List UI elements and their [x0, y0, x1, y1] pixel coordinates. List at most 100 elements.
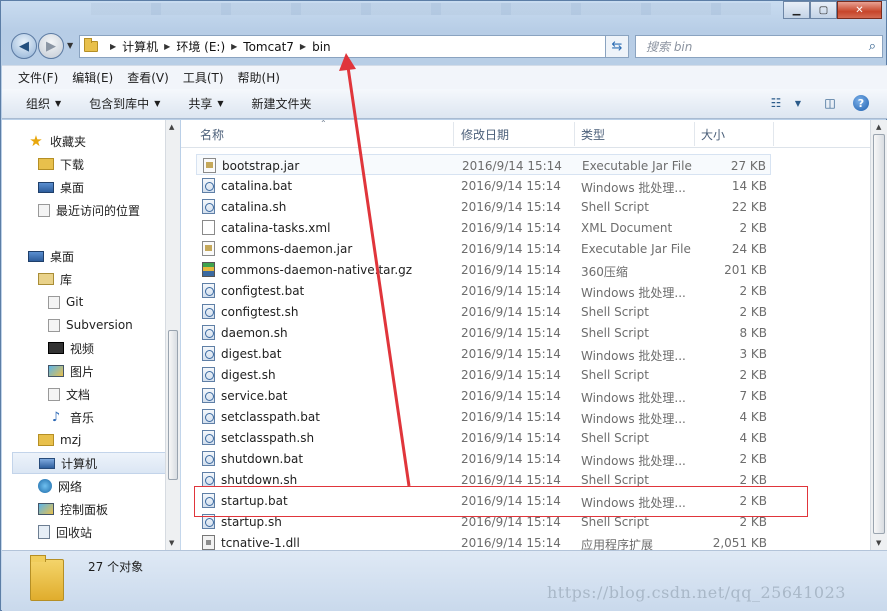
menu-file[interactable]: 文件(F) [18, 69, 58, 86]
nav-recycle-bin[interactable]: 回收站 [38, 521, 165, 543]
file-name: catalina.sh [221, 200, 287, 214]
file-name: configtest.bat [221, 284, 305, 298]
menu-view[interactable]: 查看(V) [127, 69, 169, 86]
breadcrumb-computer[interactable]: 计算机 [122, 38, 158, 55]
nav-computer[interactable]: 计算机 [12, 452, 165, 474]
column-divider[interactable] [574, 122, 575, 146]
chevron-right-icon[interactable]: ▶ [110, 42, 116, 51]
breadcrumb-bin[interactable]: bin [312, 40, 331, 54]
nav-desktop-fav[interactable]: 桌面 [38, 176, 165, 198]
file-size: 2 KB [739, 305, 767, 319]
table-row[interactable]: commons-daemon.jar 2016/9/14 15:14 Executa… [196, 238, 771, 259]
view-options-icon[interactable]: ☷ [767, 95, 785, 111]
table-row[interactable]: shutdown.sh 2016/9/14 15:14 Shell Script 2 … [196, 469, 771, 490]
scroll-down-icon[interactable]: ▼ [169, 539, 174, 547]
table-row[interactable]: service.bat 2016/9/14 15:14 Windows 批处理...… [196, 385, 771, 406]
nav-downloads[interactable]: 下载 [38, 153, 165, 175]
scroll-up-icon[interactable]: ▲ [876, 123, 881, 131]
table-row[interactable]: startup.bat 2016/9/14 15:14 Windows 批处理...… [196, 490, 771, 511]
nav-favorites[interactable]: ★ 收藏夹 [28, 130, 165, 152]
file-scroll-thumb[interactable] [873, 134, 885, 534]
table-row[interactable]: startup.sh 2016/9/14 15:14 Shell Script 2 K… [196, 511, 771, 532]
table-row[interactable]: setclasspath.sh 2016/9/14 15:14 Shell Scri… [196, 427, 771, 448]
organize-button[interactable]: 组织 ▼ [26, 95, 61, 112]
share-button[interactable]: 共享 ▼ [188, 95, 223, 112]
navigation-pane: ★ 收藏夹 下载 桌面 最近访问的位置 桌面 库 Git Subversion 视… [2, 120, 165, 550]
table-row[interactable]: digest.bat 2016/9/14 15:14 Windows 批处理... 3… [196, 343, 771, 364]
chevron-right-icon[interactable]: ▶ [231, 42, 237, 51]
column-type[interactable]: 类型 [581, 126, 605, 143]
file-size: 2 KB [739, 221, 767, 235]
help-icon[interactable]: ? [853, 95, 869, 111]
table-row[interactable]: catalina.bat 2016/9/14 15:14 Windows 批处理..… [196, 175, 771, 196]
nav-git[interactable]: Git [48, 291, 165, 313]
file-name: tcnative-1.dll [221, 536, 300, 550]
include-library-button[interactable]: 包含到库中 ▼ [89, 95, 160, 112]
column-divider[interactable] [694, 122, 695, 146]
table-row[interactable]: catalina.sh 2016/9/14 15:14 Shell Script 22… [196, 196, 771, 217]
back-button[interactable]: ◀ [11, 33, 37, 59]
title-bar[interactable]: ▁ ▢ ✕ [1, 1, 886, 27]
nav-scrollbar[interactable]: ▲ ▼ [165, 120, 180, 550]
nav-label: 网络 [58, 479, 83, 494]
chevron-right-icon[interactable]: ▶ [300, 42, 306, 51]
nav-control-panel[interactable]: 控制面板 [38, 498, 165, 520]
refresh-button[interactable]: ⇆ [605, 35, 629, 58]
table-row[interactable]: configtest.bat 2016/9/14 15:14 Windows 批处理… [196, 280, 771, 301]
nav-scroll-thumb[interactable] [168, 330, 178, 480]
chevron-right-icon[interactable]: ▶ [164, 42, 170, 51]
view-dropdown-icon[interactable]: ▼ [789, 95, 807, 111]
scroll-down-icon[interactable]: ▼ [876, 539, 881, 547]
menu-help[interactable]: 帮助(H) [238, 69, 280, 86]
close-button[interactable]: ✕ [837, 1, 882, 19]
table-row[interactable]: shutdown.bat 2016/9/14 15:14 Windows 批处理..… [196, 448, 771, 469]
nav-network[interactable]: 网络 [38, 475, 165, 497]
column-date[interactable]: 修改日期 [461, 126, 509, 143]
search-icon[interactable]: ⌕ [869, 39, 876, 54]
search-input[interactable]: 搜索 bin ⌕ [635, 35, 883, 58]
table-row[interactable]: commons-daemon-native.tar.gz 2016/9/14 15… [196, 259, 771, 280]
file-name: bootstrap.jar [222, 159, 300, 173]
nav-desktop[interactable]: 桌面 [28, 245, 165, 267]
maximize-button[interactable]: ▢ [810, 1, 837, 19]
table-row[interactable]: daemon.sh 2016/9/14 15:14 Shell Script 8 KB [196, 322, 771, 343]
include-library-label: 包含到库中 [89, 97, 150, 111]
nav-label: Git [66, 295, 84, 309]
new-folder-button[interactable]: 新建文件夹 [252, 95, 312, 112]
column-name[interactable]: 名称 [200, 126, 224, 143]
nav-mzj[interactable]: mzj [38, 429, 165, 451]
file-size: 24 KB [731, 242, 767, 256]
nav-label: mzj [60, 433, 82, 447]
nav-documents[interactable]: 文档 [48, 383, 165, 405]
table-row[interactable]: catalina-tasks.xml 2016/9/14 15:14 XML Doc… [196, 217, 771, 238]
recent-pages-dropdown[interactable]: ▼ [67, 41, 73, 50]
address-bar[interactable]: ▶ 计算机 ▶ 环境 (E:) ▶ Tomcat7 ▶ bin ▼ [79, 35, 629, 58]
table-row[interactable]: configtest.sh 2016/9/14 15:14 Shell Script… [196, 301, 771, 322]
close-icon: ✕ [855, 4, 864, 16]
user-folder-icon [38, 434, 54, 446]
breadcrumb-drive[interactable]: 环境 (E:) [176, 38, 225, 55]
nav-subversion[interactable]: Subversion [48, 314, 165, 336]
file-list-scrollbar[interactable]: ▲ ▼ [870, 120, 887, 550]
column-divider[interactable] [773, 122, 774, 146]
preview-pane-icon[interactable]: ◫ [821, 95, 839, 111]
column-divider[interactable] [453, 122, 454, 146]
table-row[interactable]: setclasspath.bat 2016/9/14 15:14 Windows 批… [196, 406, 771, 427]
nav-videos[interactable]: 视频 [48, 337, 165, 359]
forward-button[interactable]: ▶ [38, 33, 64, 59]
archive-icon [202, 262, 215, 277]
scroll-up-icon[interactable]: ▲ [169, 123, 174, 131]
nav-libraries[interactable]: 库 [38, 268, 165, 290]
minimize-button[interactable]: ▁ [783, 1, 810, 19]
menu-tools[interactable]: 工具(T) [183, 69, 224, 86]
nav-pictures[interactable]: 图片 [48, 360, 165, 382]
breadcrumb-tomcat[interactable]: Tomcat7 [243, 40, 294, 54]
column-headers: ⌃ 名称 修改日期 类型 大小 [181, 119, 887, 148]
menu-edit[interactable]: 编辑(E) [72, 69, 113, 86]
column-size[interactable]: 大小 [701, 126, 725, 143]
nav-recent-places[interactable]: 最近访问的位置 [38, 199, 165, 221]
table-row[interactable]: bootstrap.jar 2016/9/14 15:14 Executable J… [196, 154, 771, 175]
nav-music[interactable]: ♪ 音乐 [48, 406, 165, 428]
table-row[interactable]: digest.sh 2016/9/14 15:14 Shell Script 2 KB [196, 364, 771, 385]
nav-label: 文档 [66, 387, 91, 402]
